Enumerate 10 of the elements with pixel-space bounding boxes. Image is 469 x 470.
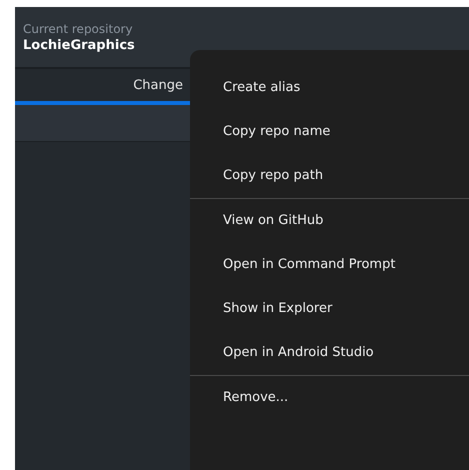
menu-item[interactable]: Show in Explorer bbox=[190, 287, 469, 331]
menu-item[interactable]: Open in Android Studio bbox=[190, 331, 469, 375]
menu-item[interactable]: Copy repo name bbox=[190, 110, 469, 154]
menu-item[interactable]: Remove... bbox=[190, 376, 469, 420]
menu-item[interactable]: View on GitHub bbox=[190, 199, 469, 243]
menu-item[interactable]: Open in Command Prompt bbox=[190, 243, 469, 287]
menu-item[interactable]: Copy repo path bbox=[190, 154, 469, 198]
repository-label: Current repository bbox=[23, 22, 134, 36]
repository-name: LochieGraphics bbox=[23, 38, 136, 52]
menu-item[interactable]: Create alias bbox=[190, 66, 469, 110]
